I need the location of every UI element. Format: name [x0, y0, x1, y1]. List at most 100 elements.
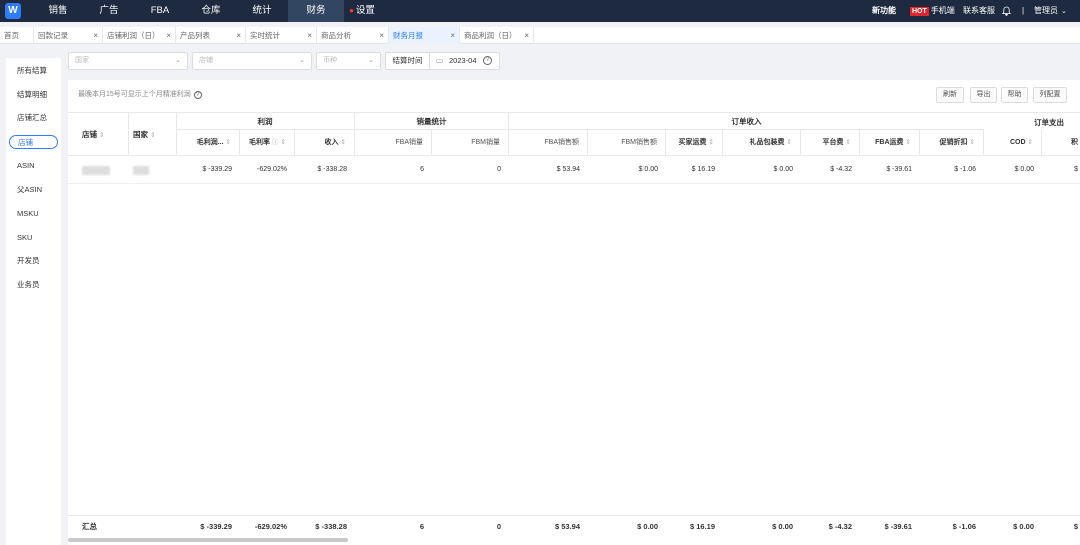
cell-fba-sales: $ 53.94 [556, 166, 580, 173]
nav-item-stats[interactable]: 统计 [234, 0, 290, 22]
cell-platform-fee: $ -4.32 [830, 166, 852, 173]
sidebar-item-salesperson[interactable]: 业务员 [6, 278, 61, 292]
nav-item-ads[interactable]: 广告 [81, 0, 137, 22]
chevron-down-icon: ⌄ [368, 57, 374, 64]
tab-product-profit-daily[interactable]: 商品利润（日） × [460, 27, 534, 44]
tab-home[interactable]: 首页 [0, 27, 34, 44]
settlement-date-picker[interactable]: 结算时间 ▭ 2023-04 ? [385, 52, 500, 70]
summary-margin: -629.02% [254, 522, 287, 531]
date-value: 2023-04 [449, 56, 477, 65]
col-header-gift-wrap[interactable]: 礼品包装费 ⇕ [723, 130, 801, 155]
tab-realtime-stats[interactable]: 实时统计 × [246, 27, 317, 44]
profit-tip: 最晚本月15号可显示上个月精准利润? [78, 90, 202, 99]
col-header-fbm-sales: FBM销售额 [588, 130, 666, 155]
sort-icon[interactable]: ⇕ [150, 132, 155, 139]
close-icon[interactable]: × [379, 27, 384, 44]
col-header-income[interactable]: 收入 ⇕ [295, 130, 355, 155]
shop-select[interactable]: 店铺 ⌄ [192, 52, 312, 70]
sort-icon[interactable]: ⇕ [709, 139, 714, 146]
nav-item-sales[interactable]: 销售 [30, 0, 86, 22]
nav-item-warehouse[interactable]: 仓库 [183, 0, 239, 22]
user-menu[interactable]: 管理员 ⌄ [1034, 0, 1067, 22]
tab-finance-monthly[interactable]: 财务月报 × [389, 27, 460, 44]
col-header-cod[interactable]: COD ⇕ [984, 130, 1042, 155]
close-icon[interactable]: × [166, 27, 171, 44]
page-tab-bar: 首页 回款记录 × 店铺利润（日） × 产品列表 × 实时统计 × 商品分析 × 财务月报… [0, 27, 1080, 44]
close-icon[interactable]: × [236, 27, 241, 44]
help-icon[interactable]: ? [483, 56, 492, 65]
sort-icon[interactable]: ⇕ [281, 139, 286, 146]
country-select[interactable]: 国家 ⌄ [68, 52, 188, 70]
col-header-label: 促销折扣 [939, 139, 968, 146]
sidebar-item-shop-summary[interactable]: 店铺汇总 [6, 111, 61, 125]
sort-icon[interactable]: ⇕ [787, 139, 792, 146]
close-icon[interactable]: × [93, 27, 98, 44]
col-header-shop[interactable]: 店铺 ⇕ [82, 129, 104, 140]
sidebar-item-shop[interactable]: 店铺 [9, 135, 58, 149]
summary-fba-qty: 6 [419, 522, 424, 531]
cell-more: $ [1074, 166, 1078, 173]
horizontal-scrollbar[interactable] [68, 538, 348, 542]
tab-payment-records[interactable]: 回款记录 × [34, 27, 103, 44]
export-button[interactable]: 导出 [970, 87, 997, 103]
help-icon[interactable]: ⓘ [272, 139, 279, 146]
col-header-gross-profit[interactable]: 毛利润... ⇕ [176, 130, 240, 155]
table-row[interactable]: $ -339.29 -629.02% $ -338.28 6 0 $ 53.94… [68, 156, 1080, 184]
mobile-link[interactable]: HOT 手机端 [910, 0, 955, 22]
sidebar-item-sku[interactable]: SKU [6, 231, 61, 245]
shop-placeholder: 店铺 [199, 57, 213, 64]
column-config-button[interactable]: 列配置 [1033, 87, 1067, 103]
new-feature-link[interactable]: 新功能 [872, 0, 896, 22]
app-logo[interactable]: W [5, 3, 21, 19]
cell-cod: $ 0.00 [1014, 166, 1034, 173]
col-header-more: 积 [1071, 139, 1078, 146]
sort-icon[interactable]: ⇕ [970, 139, 975, 146]
sidebar-item-msku[interactable]: MSKU [6, 207, 61, 221]
help-button[interactable]: 帮助 [1001, 87, 1028, 103]
col-header-margin[interactable]: 毛利率 ⓘ ⇕ [240, 130, 295, 155]
nav-item-fba[interactable]: FBA [132, 0, 188, 22]
nav-item-settings[interactable]: ● 设置 [334, 0, 390, 22]
sort-icon[interactable]: ⇕ [226, 139, 231, 146]
col-header-buyer-shipping[interactable]: 买家运费 ⇕ [666, 130, 723, 155]
sort-icon[interactable]: ⇕ [846, 139, 851, 146]
close-icon[interactable]: × [450, 27, 455, 44]
sidebar-item-all-settlements[interactable]: 所有结算 [6, 64, 61, 78]
sort-icon[interactable]: ⇕ [1028, 139, 1033, 146]
summary-more: $ [1073, 522, 1078, 531]
sort-icon[interactable]: ⇕ [341, 139, 346, 146]
summary-fba-sales: $ 53.94 [554, 522, 580, 531]
tab-label: 商品分析 [321, 31, 351, 40]
help-icon[interactable]: ? [193, 91, 202, 99]
bell-icon[interactable] [1001, 0, 1012, 22]
chevron-down-icon: ⌄ [299, 57, 305, 64]
col-header-fba-qty: FBA销量 [355, 130, 432, 155]
summary-promo: $ -1.06 [952, 522, 976, 531]
close-icon[interactable]: × [524, 27, 529, 44]
col-header-platform-fee[interactable]: 平台费 ⇕ [801, 130, 860, 155]
tab-product-analysis[interactable]: 商品分析 × [317, 27, 389, 44]
sort-icon[interactable]: ⇕ [906, 139, 911, 146]
summary-cod: $ 0.00 [1013, 522, 1034, 531]
contact-support-link[interactable]: 联系客服 [963, 0, 995, 22]
currency-select[interactable]: 币种 ⌄ [316, 52, 381, 70]
col-header-promo[interactable]: 促销折扣 ⇕ [920, 130, 984, 155]
sidebar-item-asin[interactable]: ASIN [6, 159, 61, 173]
refresh-button[interactable]: 刷新 [936, 87, 964, 103]
close-icon[interactable]: × [307, 27, 312, 44]
col-header-country[interactable]: 国家 ⇕ [133, 129, 155, 140]
sidebar-item-settlement-detail[interactable]: 结算明细 [6, 88, 61, 102]
col-header-fba-shipping[interactable]: FBA运费 ⇕ [860, 130, 920, 155]
tab-product-list[interactable]: 产品列表 × [176, 27, 246, 44]
group-header-order-income: 订单收入 [509, 113, 984, 130]
tab-shop-profit-daily[interactable]: 店铺利润（日） × [103, 27, 176, 44]
col-header-fba-sales: FBA销售额 [509, 130, 588, 155]
col-header-fbm-qty: FBM销量 [432, 130, 509, 155]
user-name: 管理员 [1034, 6, 1058, 15]
sort-icon[interactable]: ⇕ [99, 132, 104, 139]
sidebar-item-parent-asin[interactable]: 父ASIN [6, 183, 61, 197]
cell-fba-qty: 6 [420, 166, 424, 173]
country-placeholder: 国家 [75, 57, 89, 64]
shop-name-redacted [82, 166, 110, 175]
sidebar-item-developer[interactable]: 开发员 [6, 254, 61, 268]
